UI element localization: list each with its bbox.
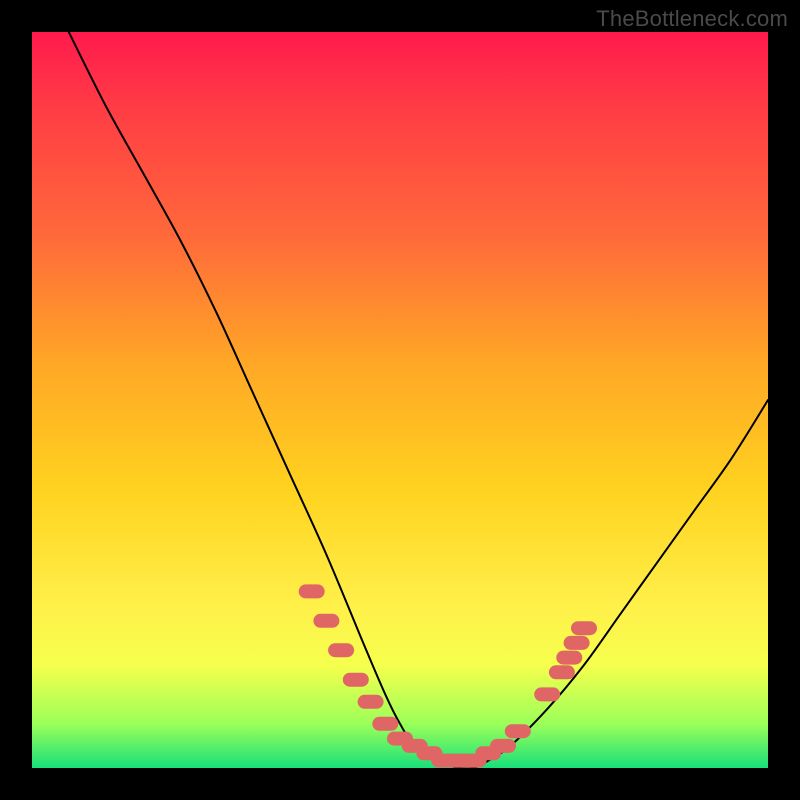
bottleneck-curve-line	[69, 32, 768, 768]
measured-samples-group	[306, 591, 590, 760]
watermark-label: TheBottleneck.com	[596, 6, 788, 32]
bottleneck-chart	[32, 32, 768, 768]
plot-area	[32, 32, 768, 768]
chart-frame: TheBottleneck.com	[0, 0, 800, 800]
